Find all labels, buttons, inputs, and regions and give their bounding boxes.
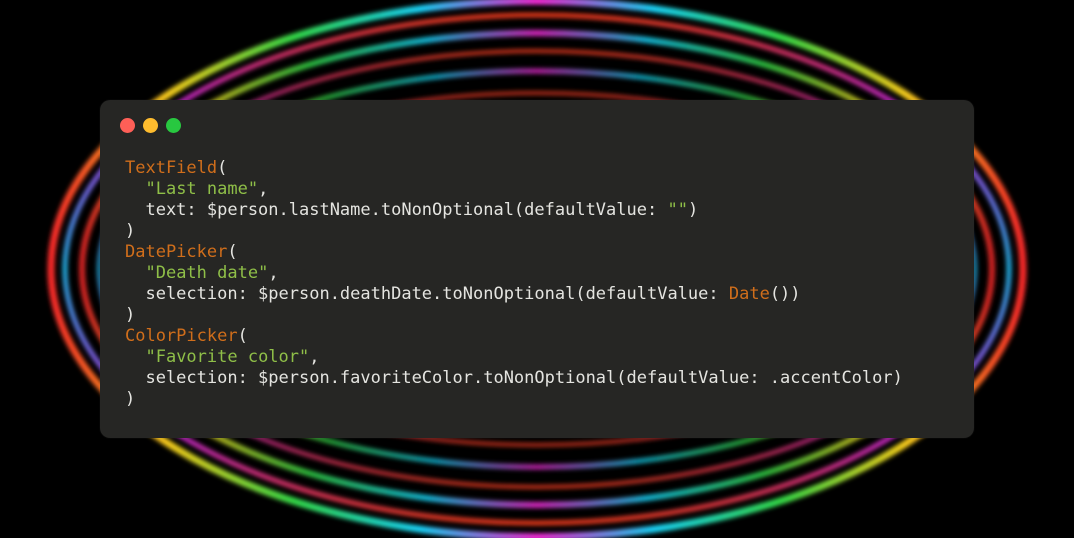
code-token: , bbox=[258, 179, 269, 199]
code-block: TextField( "Last name", text: $person.la… bbox=[125, 158, 903, 410]
code-line: text: $person.lastName.toNonOptional(def… bbox=[125, 200, 903, 221]
code-token: ) bbox=[125, 389, 136, 409]
code-token: "Last name" bbox=[145, 179, 259, 199]
code-token: ) bbox=[125, 221, 136, 241]
code-line: TextField( bbox=[125, 158, 903, 179]
code-token: Date bbox=[728, 284, 770, 304]
minimize-button[interactable] bbox=[143, 118, 158, 133]
code-token: DatePicker bbox=[125, 242, 228, 262]
code-token: "Favorite color" bbox=[145, 347, 310, 367]
code-token: ( bbox=[237, 326, 248, 346]
code-line: ColorPicker( bbox=[125, 326, 903, 347]
code-token: ColorPicker bbox=[125, 326, 238, 346]
code-line: "Last name", bbox=[125, 179, 903, 200]
code-token: text: $person.lastName.toNonOptional(def… bbox=[125, 200, 668, 220]
close-button[interactable] bbox=[120, 118, 135, 133]
code-line: ) bbox=[125, 221, 903, 242]
window-controls bbox=[120, 118, 181, 133]
code-line: "Favorite color", bbox=[125, 347, 903, 368]
code-token: "" bbox=[667, 200, 688, 220]
code-token: "Death date" bbox=[145, 263, 269, 283]
zoom-button[interactable] bbox=[166, 118, 181, 133]
code-line: selection: $person.deathDate.toNonOption… bbox=[125, 284, 903, 305]
code-line: ) bbox=[125, 389, 903, 410]
code-token: ) bbox=[687, 200, 699, 220]
code-line: "Death date", bbox=[125, 263, 903, 284]
code-token: ( bbox=[227, 242, 238, 262]
code-line: DatePicker( bbox=[125, 242, 903, 263]
screenshot-stage: TextField( "Last name", text: $person.la… bbox=[0, 0, 1074, 538]
code-window: TextField( "Last name", text: $person.la… bbox=[100, 100, 974, 438]
code-token: ()) bbox=[769, 284, 801, 304]
code-token: TextField bbox=[125, 158, 218, 178]
code-token: , bbox=[309, 347, 320, 367]
code-token: , bbox=[268, 263, 279, 283]
code-token: selection: $person.favoriteColor.toNonOp… bbox=[125, 368, 903, 388]
code-token: ) bbox=[125, 305, 136, 325]
code-token: ( bbox=[217, 158, 228, 178]
code-line: selection: $person.favoriteColor.toNonOp… bbox=[125, 368, 903, 389]
code-token: selection: $person.deathDate.toNonOption… bbox=[125, 284, 729, 304]
code-line: ) bbox=[125, 305, 903, 326]
